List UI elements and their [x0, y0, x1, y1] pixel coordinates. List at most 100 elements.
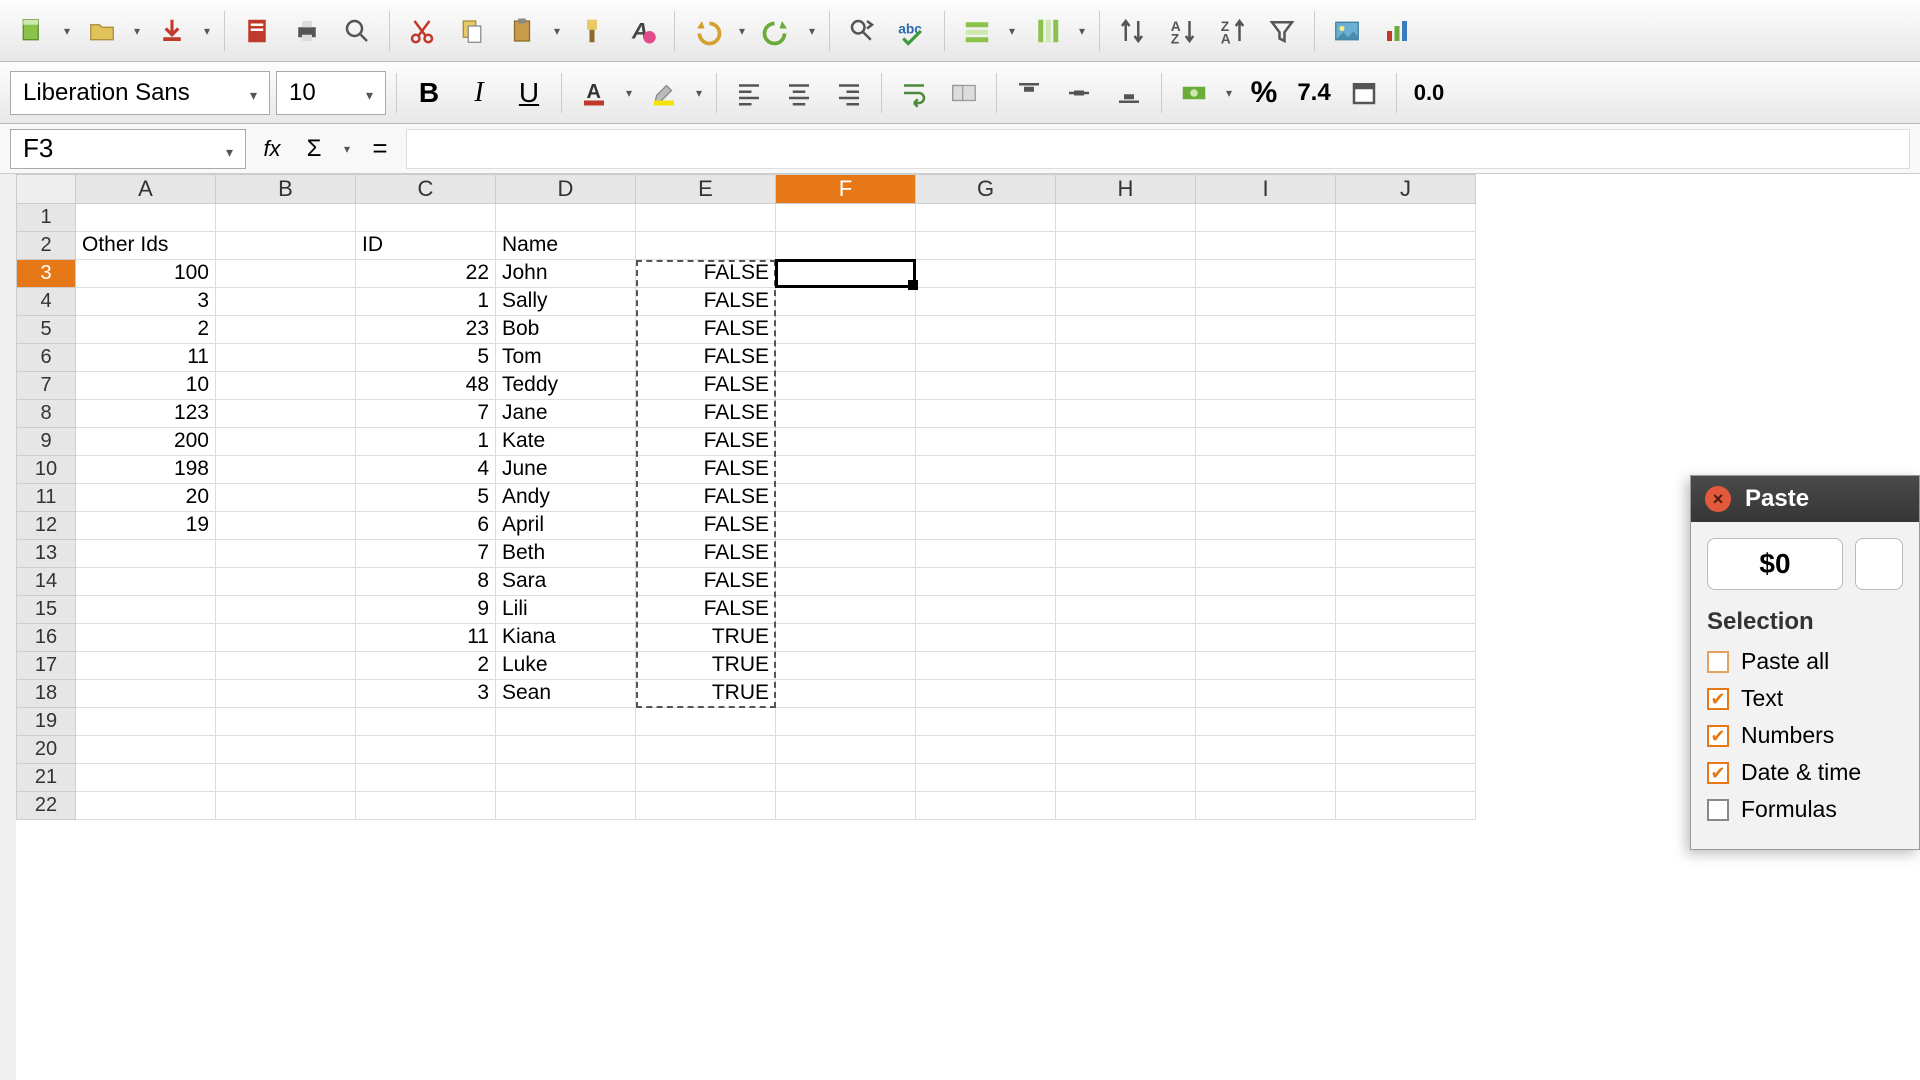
- open-dropdown[interactable]: [130, 24, 144, 38]
- row-header-13[interactable]: 13: [16, 540, 76, 568]
- font-family-combo[interactable]: Liberation Sans: [10, 71, 270, 115]
- clone-format-button[interactable]: [570, 9, 614, 53]
- cell-C3[interactable]: 22: [356, 260, 496, 288]
- cell-D4[interactable]: Sally: [496, 288, 636, 316]
- cell-D22[interactable]: [496, 792, 636, 820]
- cell-I13[interactable]: [1196, 540, 1336, 568]
- formula-equals-button[interactable]: =: [364, 133, 396, 164]
- cell-B9[interactable]: [216, 428, 356, 456]
- cell-H18[interactable]: [1056, 680, 1196, 708]
- cell-F1[interactable]: [776, 204, 916, 232]
- cell-E4[interactable]: FALSE: [636, 288, 776, 316]
- cell-C10[interactable]: 4: [356, 456, 496, 484]
- cell-B16[interactable]: [216, 624, 356, 652]
- cell-F7[interactable]: [776, 372, 916, 400]
- sum-button[interactable]: Σ: [298, 135, 330, 163]
- row-header-5[interactable]: 5: [16, 316, 76, 344]
- column-header-I[interactable]: I: [1196, 174, 1336, 204]
- row-header-20[interactable]: 20: [16, 736, 76, 764]
- row-header-11[interactable]: 11: [16, 484, 76, 512]
- cell-J12[interactable]: [1336, 512, 1476, 540]
- cell-G13[interactable]: [916, 540, 1056, 568]
- cell-F20[interactable]: [776, 736, 916, 764]
- cell-F4[interactable]: [776, 288, 916, 316]
- cell-H1[interactable]: [1056, 204, 1196, 232]
- cell-C18[interactable]: 3: [356, 680, 496, 708]
- cell-F8[interactable]: [776, 400, 916, 428]
- insert-row-dropdown[interactable]: [1005, 24, 1019, 38]
- cell-C22[interactable]: [356, 792, 496, 820]
- currency-dropdown[interactable]: [1222, 86, 1236, 100]
- cell-H22[interactable]: [1056, 792, 1196, 820]
- cell-G19[interactable]: [916, 708, 1056, 736]
- cell-G15[interactable]: [916, 596, 1056, 624]
- dialog-close-button[interactable]: ×: [1705, 486, 1731, 512]
- cell-B15[interactable]: [216, 596, 356, 624]
- cell-J1[interactable]: [1336, 204, 1476, 232]
- cell-D14[interactable]: Sara: [496, 568, 636, 596]
- cell-H21[interactable]: [1056, 764, 1196, 792]
- autofilter-button[interactable]: [1260, 9, 1304, 53]
- cell-J22[interactable]: [1336, 792, 1476, 820]
- paste-option-paste-all[interactable]: Paste all: [1707, 648, 1903, 675]
- cell-F10[interactable]: [776, 456, 916, 484]
- cell-G21[interactable]: [916, 764, 1056, 792]
- cell-G22[interactable]: [916, 792, 1056, 820]
- cell-A12[interactable]: 19: [76, 512, 216, 540]
- sort-asc-button[interactable]: AZ: [1160, 9, 1204, 53]
- row-header-17[interactable]: 17: [16, 652, 76, 680]
- cell-D9[interactable]: Kate: [496, 428, 636, 456]
- cell-H2[interactable]: [1056, 232, 1196, 260]
- italic-button[interactable]: I: [457, 71, 501, 115]
- cell-C5[interactable]: 23: [356, 316, 496, 344]
- cell-H3[interactable]: [1056, 260, 1196, 288]
- function-wizard-button[interactable]: fx: [256, 136, 288, 162]
- percent-button[interactable]: %: [1242, 71, 1286, 115]
- cell-A14[interactable]: [76, 568, 216, 596]
- cell-I12[interactable]: [1196, 512, 1336, 540]
- column-header-D[interactable]: D: [496, 174, 636, 204]
- bold-button[interactable]: B: [407, 71, 451, 115]
- row-header-21[interactable]: 21: [16, 764, 76, 792]
- cell-B18[interactable]: [216, 680, 356, 708]
- undo-button[interactable]: [685, 9, 729, 53]
- print-preview-button[interactable]: [335, 9, 379, 53]
- cell-I21[interactable]: [1196, 764, 1336, 792]
- cell-J21[interactable]: [1336, 764, 1476, 792]
- row-header-7[interactable]: 7: [16, 372, 76, 400]
- cell-I1[interactable]: [1196, 204, 1336, 232]
- row-header-2[interactable]: 2: [16, 232, 76, 260]
- column-header-A[interactable]: A: [76, 174, 216, 204]
- currency-button[interactable]: [1172, 71, 1216, 115]
- cell-A22[interactable]: [76, 792, 216, 820]
- dialog-titlebar[interactable]: × Paste: [1691, 476, 1919, 522]
- cell-A1[interactable]: [76, 204, 216, 232]
- cell-B11[interactable]: [216, 484, 356, 512]
- cell-A10[interactable]: 198: [76, 456, 216, 484]
- cell-H19[interactable]: [1056, 708, 1196, 736]
- cell-C11[interactable]: 5: [356, 484, 496, 512]
- cell-E2[interactable]: [636, 232, 776, 260]
- valign-bot-button[interactable]: [1107, 71, 1151, 115]
- row-header-3[interactable]: 3: [16, 260, 76, 288]
- cell-F14[interactable]: [776, 568, 916, 596]
- cell-C6[interactable]: 5: [356, 344, 496, 372]
- cell-F18[interactable]: [776, 680, 916, 708]
- row-header-22[interactable]: 22: [16, 792, 76, 820]
- cell-B19[interactable]: [216, 708, 356, 736]
- cell-E11[interactable]: FALSE: [636, 484, 776, 512]
- valign-top-button[interactable]: [1007, 71, 1051, 115]
- cell-C13[interactable]: 7: [356, 540, 496, 568]
- cell-I16[interactable]: [1196, 624, 1336, 652]
- spreadsheet-grid[interactable]: ABCDEFGHIJ 12345678910111213141516171819…: [16, 174, 1920, 1080]
- cell-B20[interactable]: [216, 736, 356, 764]
- cell-A18[interactable]: [76, 680, 216, 708]
- cell-C21[interactable]: [356, 764, 496, 792]
- cell-F13[interactable]: [776, 540, 916, 568]
- cell-A2[interactable]: Other Ids: [76, 232, 216, 260]
- align-right-button[interactable]: [827, 71, 871, 115]
- cell-E18[interactable]: TRUE: [636, 680, 776, 708]
- redo-button[interactable]: [755, 9, 799, 53]
- cell-D15[interactable]: Lili: [496, 596, 636, 624]
- cell-E17[interactable]: TRUE: [636, 652, 776, 680]
